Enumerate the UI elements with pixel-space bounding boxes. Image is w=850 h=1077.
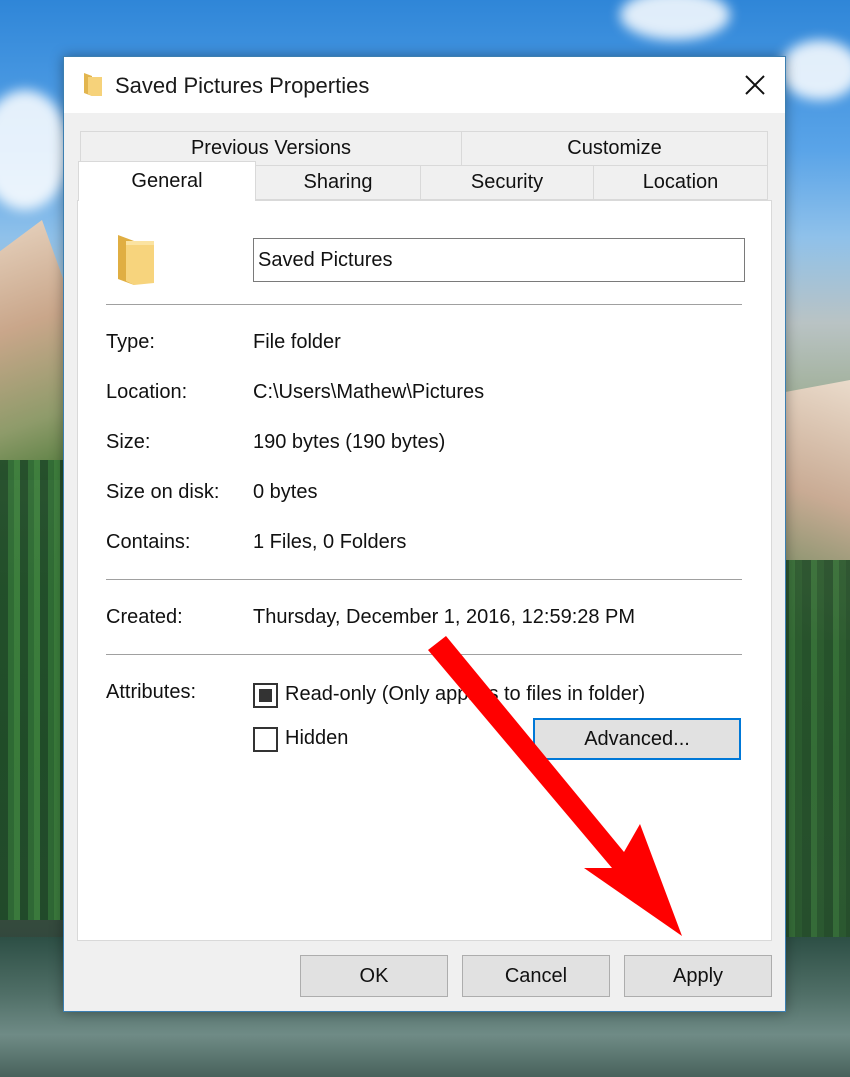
separator	[106, 579, 742, 580]
location-value: C:\Users\Mathew\Pictures	[253, 381, 485, 403]
tab-customize[interactable]: Customize	[461, 131, 768, 166]
cloud	[0, 90, 70, 210]
cloud	[620, 0, 730, 40]
window-title: Saved Pictures Properties	[115, 73, 370, 98]
created-value: Thursday, December 1, 2016, 12:59:28 PM	[253, 606, 636, 628]
contains-label: Contains:	[106, 531, 191, 553]
tab-location[interactable]: Location	[593, 165, 768, 200]
folder-name-input[interactable]	[253, 238, 745, 282]
cloud	[780, 40, 850, 100]
mountain-left	[0, 220, 70, 480]
hidden-label[interactable]: Hidden	[285, 727, 348, 750]
folder-icon	[116, 231, 156, 287]
tab-sharing[interactable]: Sharing	[255, 165, 421, 200]
type-label: Type:	[106, 331, 155, 353]
forest-left	[0, 460, 70, 920]
advanced-button[interactable]: Advanced...	[533, 718, 741, 760]
size-on-disk-value: 0 bytes	[253, 481, 318, 503]
cancel-button[interactable]: Cancel	[462, 955, 610, 997]
tab-security[interactable]: Security	[420, 165, 594, 200]
title-bar[interactable]: Saved Pictures Properties	[64, 57, 785, 113]
contains-value: 1 Files, 0 Folders	[253, 531, 407, 553]
size-value: 190 bytes (190 bytes)	[253, 431, 446, 453]
tab-general[interactable]: General	[78, 161, 256, 201]
created-label: Created:	[106, 606, 183, 628]
separator	[106, 304, 742, 305]
close-icon	[745, 75, 765, 95]
hidden-checkbox[interactable]	[253, 727, 278, 752]
close-button[interactable]	[737, 67, 773, 103]
properties-dialog: Saved Pictures Properties Previous Versi…	[63, 56, 786, 1012]
ok-button[interactable]: OK	[300, 955, 448, 997]
readonly-checkbox[interactable]	[253, 683, 278, 708]
folder-icon	[82, 71, 104, 97]
attributes-label: Attributes:	[106, 681, 197, 703]
general-tab-panel: Type: File folder Location: C:\Users\Mat…	[77, 200, 772, 941]
readonly-label[interactable]: Read-only (Only applies to files in fold…	[285, 683, 645, 706]
type-value: File folder	[253, 331, 341, 353]
location-label: Location:	[106, 381, 188, 403]
forest-right	[780, 560, 850, 940]
separator	[106, 654, 742, 655]
size-on-disk-label: Size on disk:	[106, 481, 220, 503]
size-label: Size:	[106, 431, 151, 453]
apply-button[interactable]: Apply	[624, 955, 772, 997]
